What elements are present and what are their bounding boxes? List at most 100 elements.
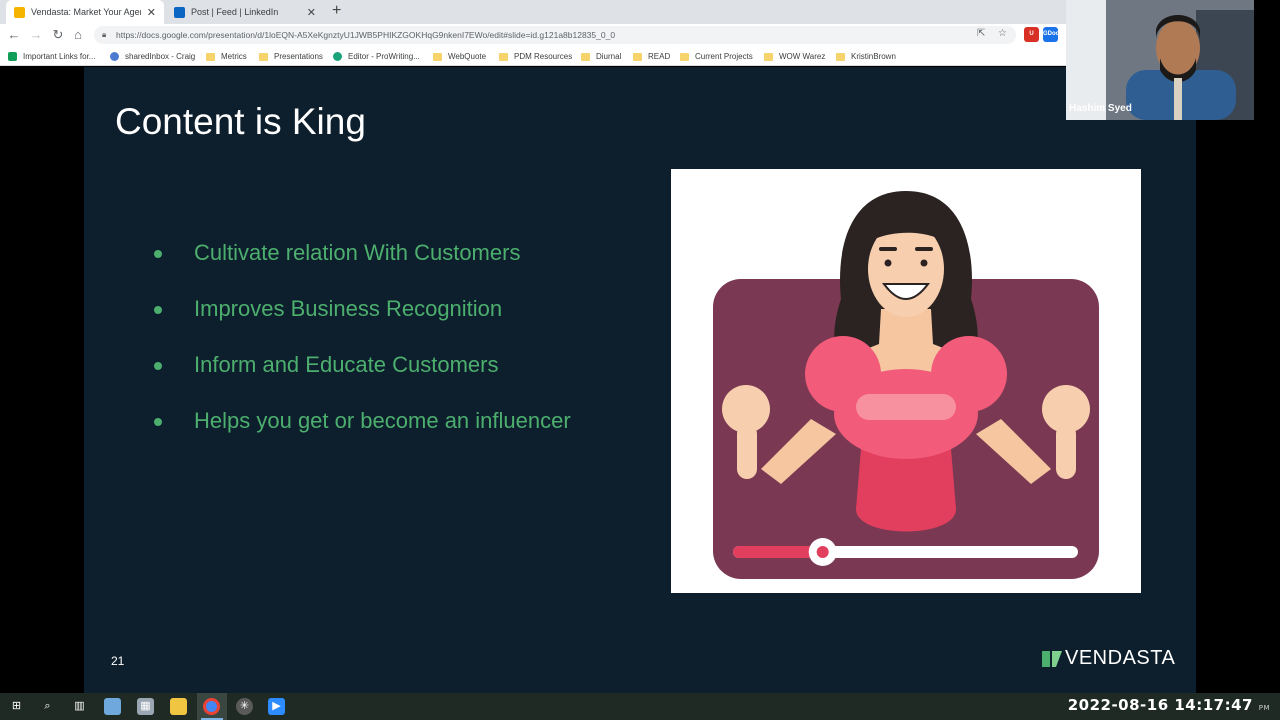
- bookmark-label: Current Projects: [695, 52, 753, 61]
- bookmark-label: PDM Resources: [514, 52, 573, 61]
- tab-linkedin[interactable]: Post | Feed | LinkedIn ✕: [166, 0, 324, 24]
- bookmark-label: KristinBrown: [851, 52, 896, 61]
- calculator-icon[interactable]: ▦: [137, 698, 154, 715]
- lock-icon: 🔒︎: [102, 30, 107, 39]
- participant-name: Hashim Syed: [1069, 103, 1132, 114]
- bookmark-item[interactable]: sharedInbox - Craig: [110, 50, 195, 63]
- home-icon[interactable]: ⌂: [70, 27, 86, 43]
- tab-title: Vendasta: Market Your Agency -: [31, 7, 141, 17]
- bookmark-item[interactable]: Metrics: [206, 50, 247, 63]
- extension-mail-icon[interactable]: U: [1024, 27, 1039, 42]
- bookmark-item[interactable]: WOW Warez: [764, 50, 825, 63]
- folder-icon: [764, 52, 773, 61]
- bullet-item: Cultivate relation With Customers: [154, 237, 574, 269]
- influencer-illustration: [671, 169, 1141, 593]
- search-icon[interactable]: ⌕: [39, 698, 56, 715]
- bullet-list: Cultivate relation With Customers Improv…: [154, 237, 574, 461]
- people-icon: [110, 52, 119, 61]
- folder-icon: [259, 52, 268, 61]
- browser-toolbar: ← → ↻ ⌂ 🔒︎ https://docs.google.com/prese…: [0, 24, 1066, 46]
- share-icon[interactable]: ⇱: [977, 28, 985, 39]
- bookmark-label: Diurnal: [596, 52, 622, 61]
- forward-arrow-icon[interactable]: →: [28, 27, 44, 43]
- bookmark-item[interactable]: Important Links for...: [8, 50, 95, 63]
- zoom-icon[interactable]: ▶: [268, 698, 285, 715]
- url-text: https://docs.google.com/presentation/d/1…: [116, 30, 616, 40]
- vendasta-logo-icon: [1042, 650, 1062, 667]
- bookmark-label: Metrics: [221, 52, 247, 61]
- bullet-dot-icon: [154, 418, 162, 426]
- bookmark-star-icon[interactable]: ☆: [998, 28, 1007, 39]
- bookmark-label: Important Links for...: [23, 52, 96, 61]
- screen: Vendasta: Market Your Agency - ✕ Post | …: [0, 0, 1280, 720]
- folder-icon: [680, 52, 689, 61]
- bookmark-item[interactable]: Current Projects: [680, 50, 753, 63]
- back-arrow-icon[interactable]: ←: [6, 27, 22, 43]
- bullet-text: Helps you get or become an influencer: [194, 408, 571, 433]
- notepad-icon[interactable]: [104, 698, 121, 715]
- presentation-stage: Content is King Cultivate relation With …: [0, 67, 1280, 693]
- close-icon[interactable]: ✕: [147, 6, 156, 19]
- file-explorer-icon[interactable]: [170, 698, 187, 715]
- slide: Content is King Cultivate relation With …: [84, 67, 1196, 693]
- task-view-icon[interactable]: ▥: [71, 698, 88, 715]
- bullet-dot-icon: [154, 362, 162, 370]
- bookmark-item[interactable]: KristinBrown: [836, 50, 896, 63]
- address-bar[interactable]: 🔒︎ https://docs.google.com/presentation/…: [94, 26, 1016, 44]
- webcam-video: Hashim Syed: [1066, 0, 1254, 120]
- folder-icon: [206, 52, 215, 61]
- tab-title: Post | Feed | LinkedIn: [191, 7, 279, 17]
- bookmark-label: sharedInbox - Craig: [125, 52, 196, 61]
- participant-video-icon: [1066, 0, 1254, 120]
- tab-vendasta[interactable]: Vendasta: Market Your Agency - ✕: [6, 0, 164, 24]
- webcam-side-bar: [1254, 0, 1280, 120]
- chrome-icon[interactable]: [203, 698, 220, 715]
- bullet-item: Inform and Educate Customers: [154, 349, 574, 381]
- bookmark-item[interactable]: READ: [633, 50, 670, 63]
- reload-icon[interactable]: ↻: [50, 27, 66, 43]
- bookmark-label: WOW Warez: [779, 52, 826, 61]
- windows-start-icon[interactable]: ⊞: [8, 698, 25, 715]
- sheets-icon: [8, 52, 17, 61]
- bookmark-item[interactable]: Editor - ProWriting...: [333, 50, 420, 63]
- bookmark-label: READ: [648, 52, 671, 61]
- bullet-text: Inform and Educate Customers: [194, 352, 499, 377]
- video-progress-knob-center: [816, 546, 829, 558]
- slide-title: Content is King: [115, 101, 366, 142]
- bookmark-label: WebQuote: [448, 52, 487, 61]
- clock-suffix: PM: [1258, 704, 1270, 712]
- system-clock: 2022-08-16 14:17:47 PM: [1068, 696, 1270, 714]
- bullet-text: Cultivate relation With Customers: [194, 240, 521, 265]
- browser-tab-bar: Vendasta: Market Your Agency - ✕ Post | …: [0, 0, 1066, 24]
- slide-number: 21: [111, 654, 125, 668]
- bullet-item: Improves Business Recognition: [154, 293, 574, 325]
- clock-text: 2022-08-16 14:17:47: [1067, 696, 1253, 714]
- slack-icon[interactable]: ✳: [236, 698, 253, 715]
- bookmark-item[interactable]: PDM Resources: [499, 50, 572, 63]
- folder-icon: [633, 52, 642, 61]
- folder-icon: [433, 52, 442, 61]
- bookmark-label: Presentations: [274, 52, 323, 61]
- linkedin-icon: [174, 6, 185, 18]
- bookmarks-bar: Important Links for... sharedInbox - Cra…: [0, 46, 1066, 66]
- close-icon[interactable]: ✕: [307, 6, 316, 19]
- bookmark-item[interactable]: WebQuote: [433, 50, 486, 63]
- windows-taskbar: ⊞ ⌕ ▥ ▦ ✳ ▶ 2022-08-16 14:17:47 PM: [0, 693, 1280, 720]
- bookmark-label: Editor - ProWriting...: [348, 52, 420, 61]
- bullet-item: Helps you get or become an influencer: [154, 405, 574, 437]
- prowriting-icon: [333, 52, 342, 61]
- vendasta-logo: VENDASTA: [1042, 647, 1175, 670]
- slides-icon: [14, 6, 25, 18]
- folder-icon: [581, 52, 590, 61]
- logo-text: VENDASTA: [1065, 647, 1176, 669]
- bookmark-item[interactable]: Diurnal: [581, 50, 621, 63]
- bullet-text: Improves Business Recognition: [194, 296, 503, 321]
- folder-icon: [499, 52, 508, 61]
- bullet-dot-icon: [154, 306, 162, 314]
- bookmark-item[interactable]: Presentations: [259, 50, 323, 63]
- folder-icon: [836, 52, 845, 61]
- influencer-video-icon: [713, 191, 1099, 579]
- extension-gdoc-icon[interactable]: GDoc: [1043, 27, 1059, 42]
- bullet-dot-icon: [154, 250, 162, 258]
- new-tab-button[interactable]: +: [332, 2, 341, 20]
